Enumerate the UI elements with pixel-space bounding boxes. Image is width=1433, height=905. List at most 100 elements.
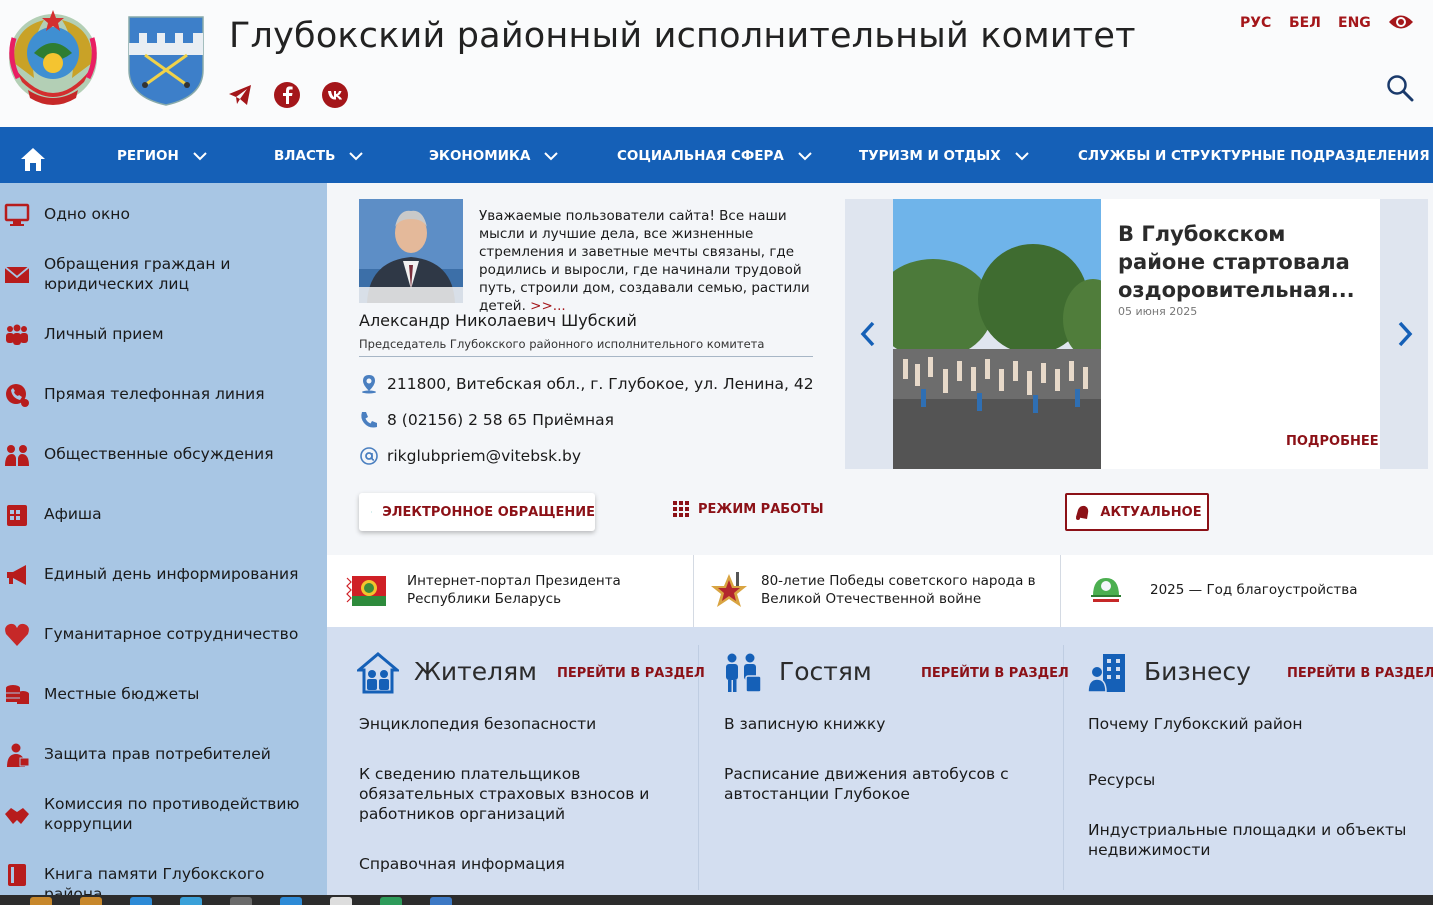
- section-link[interactable]: Расписание движения автобусов с автостан…: [724, 764, 1024, 804]
- sidebar-item-hotline[interactable]: Прямая телефонная линия: [0, 380, 327, 410]
- taskbar-app-icon[interactable]: [130, 897, 152, 905]
- electronic-appeal-button[interactable]: ЭЛЕКТРОННОЕ ОБРАЩЕНИЕ: [359, 493, 595, 531]
- news-slide-photo[interactable]: [893, 199, 1101, 469]
- discussion-icon: [5, 445, 29, 466]
- lang-ru[interactable]: РУС: [1240, 15, 1271, 31]
- guests-travelers-icon: [726, 653, 762, 693]
- lang-en[interactable]: ENG: [1338, 15, 1371, 31]
- telegram-icon[interactable]: [227, 82, 253, 108]
- chairman-photo[interactable]: [359, 199, 463, 303]
- site-title: Глубокский районный исполнительный комит…: [229, 16, 1136, 56]
- business-building-icon: [1087, 654, 1125, 693]
- sidebar-item-local-budgets[interactable]: Местные бюджеты: [0, 680, 327, 710]
- nav-item-government[interactable]: ВЛАСТЬ: [274, 147, 364, 165]
- sidebar-item-anti-corruption[interactable]: Комиссия по противодействию коррупции: [0, 792, 327, 836]
- sidebar-item-info-day[interactable]: Единый день информирования: [0, 560, 327, 590]
- heart-icon: [5, 623, 29, 646]
- section-go-residents[interactable]: ПЕРЕЙТИ В РАЗДЕЛ: [557, 666, 705, 681]
- banner-victory-80[interactable]: 80-летие Победы советского народа в Вели…: [761, 572, 1046, 608]
- slider-next-arrow-icon[interactable]: [1395, 320, 1415, 348]
- residents-house-icon: [357, 652, 399, 694]
- taskbar-app-icon[interactable]: [180, 897, 202, 905]
- state-emblem-icon[interactable]: [4, 8, 102, 108]
- divider: [698, 645, 699, 890]
- sidebar-item-label: Обращения граждан и юридических лиц: [44, 255, 231, 293]
- news-title[interactable]: В Глубокском районе стартовала оздоровит…: [1118, 220, 1368, 304]
- chairman-greeting: Уважаемые пользователи сайта! Все наши м…: [479, 207, 814, 315]
- news-more-link[interactable]: ПОДРОБНЕЕ: [1286, 434, 1379, 449]
- section-go-guests[interactable]: ПЕРЕЙТИ В РАЗДЕЛ: [921, 666, 1069, 681]
- loading-circle-icon: [371, 511, 373, 513]
- section-title-business[interactable]: Бизнесу: [1144, 657, 1251, 686]
- year-of-improvement-logo-icon[interactable]: [1085, 570, 1127, 612]
- banner-year-2025[interactable]: 2025 — Год благоустройства: [1150, 581, 1400, 599]
- contact-address: 211800, Витебская обл., г. Глубокое, ул.…: [359, 374, 814, 394]
- phone-icon: [361, 412, 377, 428]
- handshake-icon: [5, 808, 29, 824]
- phone-icon: [6, 384, 29, 407]
- sidebar-item-label: Афиша: [44, 505, 102, 523]
- district-coat-of-arms-icon[interactable]: [127, 15, 205, 107]
- section-link[interactable]: Ресурсы: [1088, 770, 1408, 790]
- taskbar-app-icon[interactable]: [80, 897, 102, 905]
- section-link[interactable]: Энциклопедия безопасности: [359, 714, 679, 734]
- slider-prev-arrow-icon[interactable]: [858, 320, 878, 348]
- working-hours-button[interactable]: РЕЖИМ РАБОТЫ: [672, 500, 824, 518]
- section-link[interactable]: Почему Глубокский район: [1088, 714, 1408, 734]
- section-link[interactable]: Справочная информация: [359, 854, 679, 874]
- sidebar-item-events[interactable]: Афиша: [0, 500, 327, 530]
- chairman-position: Председатель Глубокского районного испол…: [359, 337, 765, 351]
- sidebar-item-label: Личный прием: [44, 325, 164, 343]
- sidebar-item-consumer-rights[interactable]: Защита прав потребителей: [0, 740, 327, 770]
- email-text: rikglubpriem@vitebsk.by: [387, 447, 582, 465]
- nav-item-label: РЕГИОН: [117, 148, 179, 164]
- nav-item-economy[interactable]: ЭКОНОМИКА: [429, 147, 559, 165]
- address-text: 211800, Витебская обл., г. Глубокое, ул.…: [387, 375, 814, 393]
- president-portal-flag-icon[interactable]: [345, 570, 387, 612]
- nav-item-services[interactable]: СЛУЖБЫ И СТРУКТУРНЫЕ ПОДРАЗДЕЛЕНИЯ: [1078, 147, 1433, 165]
- banner-president-portal[interactable]: Интернет-портал Президента Республики Бе…: [407, 572, 677, 608]
- visually-impaired-eye-icon[interactable]: [1388, 12, 1414, 32]
- home-icon[interactable]: [20, 146, 46, 172]
- search-icon[interactable]: [1386, 74, 1414, 102]
- section-link[interactable]: К сведению плательщиков обязательных стр…: [359, 764, 689, 824]
- section-link[interactable]: Индустриальные площадки и объекты недвиж…: [1088, 820, 1408, 860]
- button-label: АКТУАЛЬНОЕ: [1100, 504, 1202, 520]
- taskbar-app-icon[interactable]: [330, 897, 352, 905]
- sidebar-item-personal-reception[interactable]: Личный прием: [0, 320, 327, 350]
- taskbar-app-icon[interactable]: [280, 897, 302, 905]
- sidebar-item-humanitarian[interactable]: Гуманитарное сотрудничество: [0, 620, 327, 650]
- sidebar-item-one-window[interactable]: Одно окно: [0, 200, 327, 230]
- button-label: ЭЛЕКТРОННОЕ ОБРАЩЕНИЕ: [382, 504, 595, 520]
- chevron-down-icon: [193, 151, 207, 160]
- map-pin-icon: [362, 375, 376, 394]
- nav-item-social-sphere[interactable]: СОЦИАЛЬНАЯ СФЕРА: [617, 147, 812, 165]
- actual-news-button[interactable]: АКТУАЛЬНОЕ: [1065, 493, 1209, 531]
- page: Глубокский районный исполнительный комит…: [0, 0, 1433, 905]
- envelope-icon: [4, 266, 30, 283]
- vk-icon[interactable]: [322, 82, 348, 108]
- section-go-business[interactable]: ПЕРЕЙТИ В РАЗДЕЛ: [1287, 666, 1433, 681]
- nav-item-region[interactable]: РЕГИОН: [117, 147, 207, 165]
- sidebar-item-public-discussions[interactable]: Общественные обсуждения: [0, 440, 327, 470]
- news-date: 05 июня 2025: [1118, 305, 1198, 318]
- contact-phone[interactable]: 8 (02156) 2 58 65 Приёмная: [359, 410, 614, 430]
- taskbar-app-icon[interactable]: [30, 897, 52, 905]
- sidebar-item-label: Местные бюджеты: [44, 685, 200, 703]
- section-title-guests[interactable]: Гостям: [779, 657, 872, 686]
- sidebar-item-memory-book[interactable]: Книга памяти Глубокского района: [0, 860, 327, 903]
- section-link[interactable]: В записную книжку: [724, 714, 1044, 734]
- chevron-down-icon: [798, 151, 812, 160]
- taskbar-app-icon[interactable]: [430, 897, 452, 905]
- contact-email[interactable]: rikglubpriem@vitebsk.by: [359, 446, 581, 466]
- nav-item-tourism[interactable]: ТУРИЗМ И ОТДЫХ: [859, 147, 1029, 165]
- victory-star-icon[interactable]: [708, 570, 750, 612]
- lang-be[interactable]: БЕЛ: [1289, 15, 1321, 31]
- sidebar-item-appeals[interactable]: Обращения граждан и юридических лиц: [0, 252, 327, 296]
- facebook-icon[interactable]: [274, 82, 300, 108]
- divider: [1060, 555, 1061, 627]
- taskbar-app-icon[interactable]: [230, 897, 252, 905]
- sidebar-item-label: Прямая телефонная линия: [44, 385, 265, 403]
- section-title-residents[interactable]: Жителям: [414, 657, 537, 686]
- taskbar-app-icon[interactable]: [380, 897, 402, 905]
